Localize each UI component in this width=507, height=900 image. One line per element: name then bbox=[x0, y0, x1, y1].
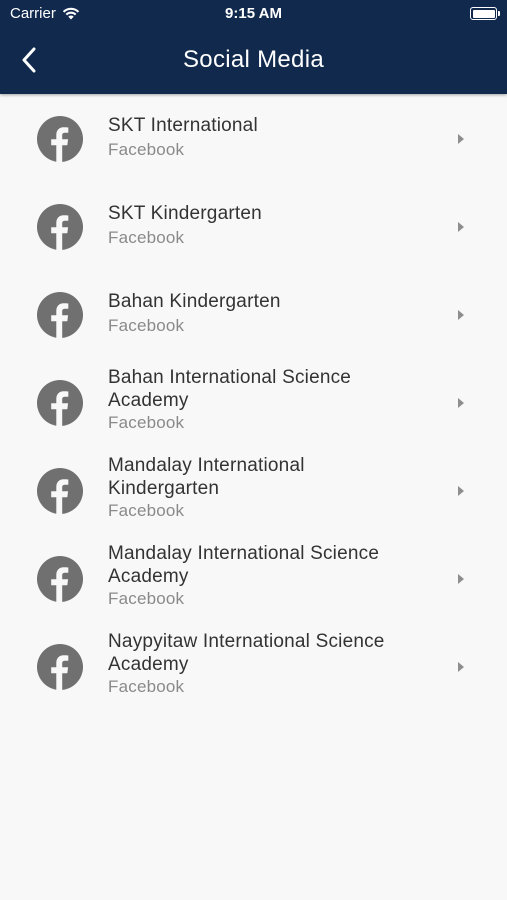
chevron-right-icon bbox=[457, 660, 465, 672]
item-title: Bahan Kindergarten bbox=[108, 291, 281, 312]
item-subtitle: Facebook bbox=[108, 140, 185, 159]
item-text: SKT International Facebook bbox=[108, 94, 438, 182]
item-subtitle: Facebook bbox=[108, 677, 185, 696]
facebook-icon bbox=[37, 380, 83, 426]
facebook-icon bbox=[37, 116, 83, 162]
facebook-icon bbox=[37, 292, 83, 338]
item-title: Naypyitaw International Science bbox=[108, 631, 385, 652]
item-title: Mandalay International Science bbox=[108, 543, 380, 564]
battery-icon bbox=[470, 7, 500, 20]
list-item[interactable]: Naypyitaw International Science Academy Fa… bbox=[0, 622, 507, 710]
item-title: Bahan International Science bbox=[108, 367, 352, 388]
item-title: Academy bbox=[108, 654, 189, 675]
item-subtitle: Facebook bbox=[108, 316, 185, 335]
list-item[interactable]: SKT International Facebook bbox=[0, 94, 507, 182]
facebook-icon bbox=[37, 468, 83, 514]
status-time: 9:15 AM bbox=[225, 5, 282, 22]
item-text: Bahan International Science Academy Facebo… bbox=[108, 358, 438, 446]
navigation-header: Carrier 9:15 AM Social Media bbox=[0, 0, 507, 94]
item-text: Bahan Kindergarten Facebook bbox=[108, 270, 438, 358]
chevron-right-icon bbox=[457, 132, 465, 144]
list-item[interactable]: Mandalay International Kindergarten Facebo… bbox=[0, 446, 507, 534]
list-item[interactable]: Mandalay International Science Academy Fac… bbox=[0, 534, 507, 622]
item-subtitle: Facebook bbox=[108, 589, 185, 608]
item-text: Naypyitaw International Science Academy Fa… bbox=[108, 622, 438, 710]
item-text: Mandalay International Kindergarten Facebo… bbox=[108, 446, 438, 534]
status-bar: Carrier 9:15 AM bbox=[0, 0, 507, 28]
item-subtitle: Facebook bbox=[108, 501, 185, 520]
chevron-right-icon bbox=[457, 572, 465, 584]
item-title: Academy bbox=[108, 390, 189, 411]
chevron-right-icon bbox=[457, 396, 465, 408]
facebook-icon bbox=[37, 204, 83, 250]
list-item[interactable]: SKT Kindergarten Facebook bbox=[0, 182, 507, 270]
facebook-icon bbox=[37, 556, 83, 602]
item-subtitle: Facebook bbox=[108, 228, 185, 247]
facebook-icon bbox=[37, 644, 83, 690]
item-text: Mandalay International Science Academy Fac… bbox=[108, 534, 438, 622]
item-title: Academy bbox=[108, 566, 189, 587]
chevron-right-icon bbox=[457, 484, 465, 496]
chevron-right-icon bbox=[457, 308, 465, 320]
item-title: Mandalay International bbox=[108, 455, 305, 476]
item-title: SKT Kindergarten bbox=[108, 203, 262, 224]
item-text: SKT Kindergarten Facebook bbox=[108, 182, 438, 270]
page-title: Social Media bbox=[182, 46, 324, 73]
list-item[interactable]: Bahan Kindergarten Facebook bbox=[0, 270, 507, 358]
item-title: Kindergarten bbox=[108, 478, 220, 499]
social-media-list: SKT International Facebook SKT Kindergarte… bbox=[0, 94, 507, 710]
list-item[interactable]: Bahan International Science Academy Facebo… bbox=[0, 358, 507, 446]
item-subtitle: Facebook bbox=[108, 413, 185, 432]
item-title: SKT International bbox=[108, 115, 258, 136]
chevron-right-icon bbox=[457, 220, 465, 232]
